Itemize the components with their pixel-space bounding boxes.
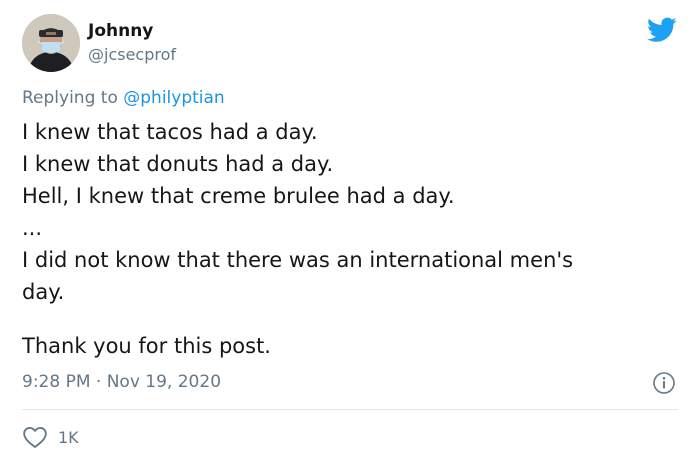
replying-prefix: Replying to xyxy=(22,88,118,108)
author-name[interactable]: Johnny xyxy=(88,21,153,41)
twitter-bird-icon[interactable] xyxy=(647,17,677,43)
tweet-date: Nov 19, 2020 xyxy=(106,372,222,392)
avatar-image xyxy=(22,14,80,72)
author-handle[interactable]: @jcsecprof xyxy=(88,45,176,65)
tweet-card: Johnny @jcsecprof Replying to @philyptia… xyxy=(0,0,700,463)
tweet-line: I knew that tacos had a day. xyxy=(22,120,318,144)
reply-mention-link[interactable]: @philyptian xyxy=(123,88,224,108)
tweet-line: I knew that donuts had a day. xyxy=(22,152,334,176)
tweet-line: I did not know that there was an interna… xyxy=(22,248,574,272)
tweet-text: I knew that tacos had a day. I knew that… xyxy=(22,116,682,362)
info-icon[interactable] xyxy=(652,371,676,395)
meta-separator: · xyxy=(95,372,102,392)
divider xyxy=(22,409,678,410)
tweet-line: Hell, I knew that creme brulee had a day… xyxy=(22,184,455,208)
heart-icon xyxy=(23,426,47,448)
tweet-time: 9:28 PM xyxy=(22,372,91,392)
tweet-line: Thank you for this post. xyxy=(22,334,271,358)
tweet-line: day. xyxy=(22,280,65,304)
tweet-timestamp[interactable]: 9:28 PM · Nov 19, 2020 xyxy=(22,372,221,392)
tweet-line: ... xyxy=(22,216,43,240)
like-count: 1K xyxy=(58,427,79,447)
replying-to: Replying to @philyptian xyxy=(22,88,225,108)
like-button[interactable]: 1K xyxy=(22,424,79,450)
avatar[interactable] xyxy=(22,14,80,72)
